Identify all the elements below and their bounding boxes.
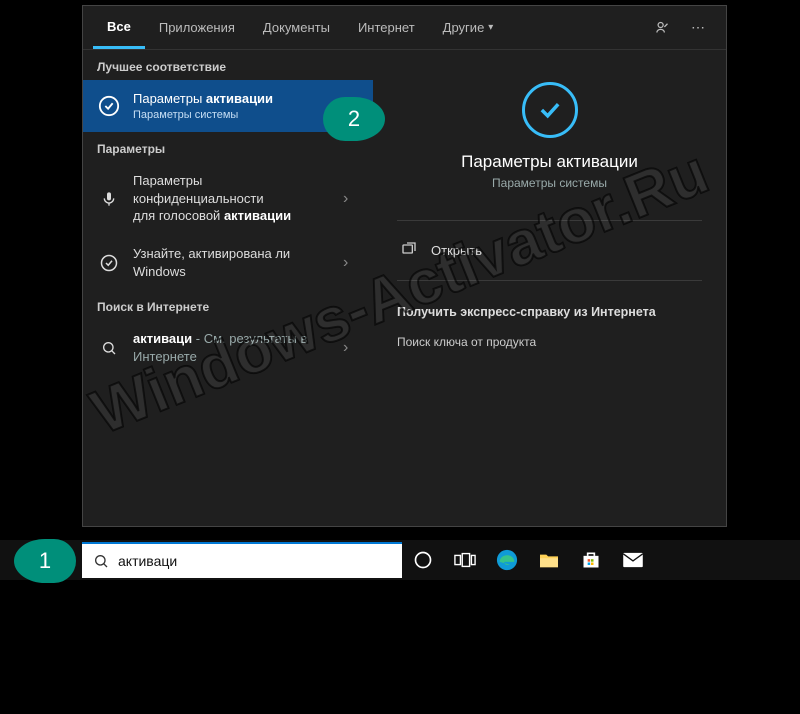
feedback-icon[interactable] bbox=[644, 20, 680, 35]
preview-subtitle: Параметры системы bbox=[397, 176, 702, 190]
explorer-icon[interactable] bbox=[536, 547, 562, 573]
tab-apps[interactable]: Приложения bbox=[145, 6, 249, 49]
search-icon bbox=[95, 340, 123, 356]
task-view-icon[interactable] bbox=[452, 547, 478, 573]
tab-docs[interactable]: Документы bbox=[249, 6, 344, 49]
mail-icon[interactable] bbox=[620, 547, 646, 573]
edge-icon[interactable] bbox=[494, 547, 520, 573]
result-privacy-voice[interactable]: Параметры конфиденциальности для голосов… bbox=[83, 162, 373, 235]
store-icon[interactable] bbox=[578, 547, 604, 573]
check-circle-icon bbox=[522, 82, 578, 138]
tabs: Все Приложения Документы Интернет Другие… bbox=[83, 6, 726, 50]
chevron-right-icon: › bbox=[343, 190, 361, 208]
callout-2: 2 bbox=[323, 97, 385, 141]
tab-web[interactable]: Интернет bbox=[344, 6, 429, 49]
cortana-icon[interactable] bbox=[410, 547, 436, 573]
help-product-key[interactable]: Поиск ключа от продукта bbox=[397, 329, 702, 355]
help-title: Получить экспресс-справку из Интернета bbox=[397, 305, 702, 319]
chevron-right-icon: › bbox=[343, 339, 361, 357]
mic-icon bbox=[95, 191, 123, 207]
open-button[interactable]: Открыть bbox=[397, 227, 702, 274]
search-box[interactable] bbox=[82, 542, 402, 578]
section-best-match: Лучшее соответствие bbox=[83, 50, 373, 80]
check-circle-icon bbox=[95, 95, 123, 117]
taskbar-icons bbox=[410, 540, 646, 580]
check-circle-icon bbox=[95, 254, 123, 272]
open-icon bbox=[401, 241, 419, 260]
preview-pane: Параметры активации Параметры системы От… bbox=[373, 50, 726, 526]
callout-1: 1 bbox=[14, 539, 76, 583]
tab-all[interactable]: Все bbox=[93, 6, 145, 49]
section-params: Параметры bbox=[83, 132, 373, 162]
chevron-right-icon: › bbox=[343, 254, 361, 272]
preview-title: Параметры активации bbox=[397, 152, 702, 172]
result-web-search[interactable]: активаци - См. результаты в Интернете › bbox=[83, 320, 373, 375]
more-icon[interactable]: ⋯ bbox=[680, 19, 716, 36]
section-web: Поиск в Интернете bbox=[83, 290, 373, 320]
search-icon bbox=[92, 553, 110, 569]
search-input[interactable] bbox=[118, 553, 392, 569]
search-panel: Все Приложения Документы Интернет Другие… bbox=[82, 5, 727, 527]
tab-more[interactable]: Другие▾ bbox=[429, 6, 508, 49]
result-check-activated[interactable]: Узнайте, активирована ли Windows › bbox=[83, 235, 373, 290]
